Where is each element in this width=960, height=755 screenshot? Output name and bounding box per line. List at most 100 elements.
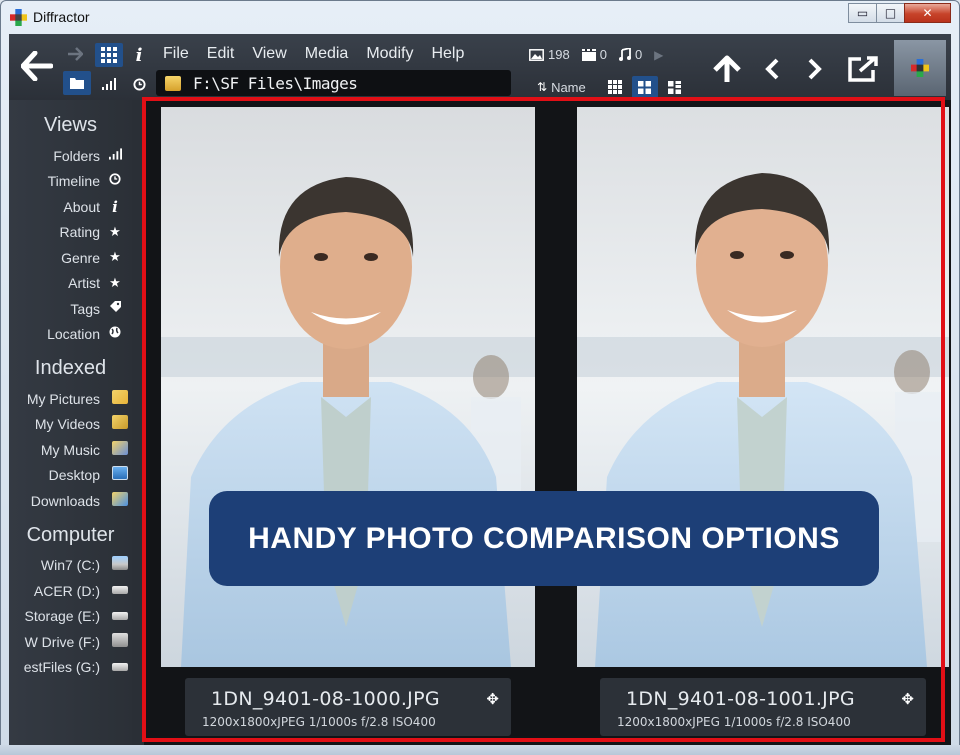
sidebar-item-drive-f[interactable]: W Drive (F:) xyxy=(9,629,132,655)
folder-icon[interactable] xyxy=(63,71,91,95)
film-icon xyxy=(581,48,596,61)
play-icon[interactable]: ▶ xyxy=(654,48,663,62)
sidebar-item-my-music[interactable]: My Music xyxy=(9,437,132,463)
signal-bars-icon[interactable] xyxy=(95,74,123,94)
sidebar-item-my-pictures[interactable]: My Pictures xyxy=(9,386,132,412)
sidebar-item-label: W Drive (F:) xyxy=(24,633,100,650)
sidebar-item-folders[interactable]: Folders xyxy=(9,143,132,169)
menu-edit[interactable]: Edit xyxy=(207,45,244,63)
chevron-left-icon[interactable] xyxy=(759,52,785,86)
sidebar-item-timeline[interactable]: Timeline xyxy=(9,169,132,195)
usb-drive-icon xyxy=(106,632,128,651)
sidebar-item-genre[interactable]: Genre ★ xyxy=(9,245,132,271)
minimize-button[interactable]: ▭ xyxy=(848,3,877,23)
sidebar-item-label: ACER (D:) xyxy=(33,582,100,599)
image-count[interactable]: 198 xyxy=(529,47,570,62)
view-small-grid-button[interactable] xyxy=(602,76,628,98)
toolbar: i File Edit View Media Modify Help F:\SF… xyxy=(9,34,951,100)
close-icon: ✕ xyxy=(922,6,933,20)
meta-right: 1200x1800xJPEG 1/1000s f/2.8 ISO400 xyxy=(617,715,851,729)
pictures-folder-icon xyxy=(106,389,128,408)
sidebar-item-rating[interactable]: Rating ★ xyxy=(9,220,132,246)
close-button[interactable]: ✕ xyxy=(904,3,951,23)
drive-icon xyxy=(106,660,128,675)
maximize-button[interactable]: □ xyxy=(876,3,905,23)
sidebar: Views Folders Timeline About i Rating ★ Ge… xyxy=(9,100,132,746)
image-icon xyxy=(529,48,544,61)
comparison-area: 1DN_9401-08-1000.JPG ✥ 1200x1800xJPEG 1/… xyxy=(144,100,951,746)
minimize-icon: ▭ xyxy=(856,6,869,20)
video-count[interactable]: 0 xyxy=(581,47,607,62)
video-count-value: 0 xyxy=(599,47,607,62)
music-count-value: 0 xyxy=(634,47,643,62)
music-folder-icon xyxy=(106,440,128,459)
sidebar-item-desktop[interactable]: Desktop xyxy=(9,463,132,489)
sidebar-item-drive-g[interactable]: estFiles (G:) xyxy=(9,655,132,681)
sidebar-item-drive-d[interactable]: ACER (D:) xyxy=(9,578,132,604)
sidebar-item-drive-c[interactable]: Win7 (C:) xyxy=(9,553,132,579)
media-counts: 198 0 0 ▶ xyxy=(529,47,663,62)
window-title: Diffractor xyxy=(33,9,90,25)
menu-view[interactable]: View xyxy=(252,45,295,63)
path-bar[interactable]: F:\SF Files\Images xyxy=(156,70,511,96)
diffractor-logo-icon xyxy=(10,9,27,26)
sidebar-item-location[interactable]: Location xyxy=(9,322,132,348)
maximize-icon: □ xyxy=(884,6,897,20)
sidebar-item-tags[interactable]: Tags xyxy=(9,296,132,322)
sidebar-item-my-videos[interactable]: My Videos xyxy=(9,412,132,438)
arrow-right-icon[interactable] xyxy=(65,44,85,64)
title-bar[interactable]: Diffractor ▭ □ ✕ xyxy=(1,1,959,34)
menu-file[interactable]: File xyxy=(163,45,198,63)
caption-left: 1DN_9401-08-1000.JPG ✥ 1200x1800xJPEG 1/… xyxy=(185,678,511,736)
menu-modify[interactable]: Modify xyxy=(366,45,422,63)
menu-help[interactable]: Help xyxy=(431,45,473,63)
path-text: F:\SF Files\Images xyxy=(193,73,358,93)
info-icon[interactable]: i xyxy=(129,43,149,67)
chevron-right-icon[interactable] xyxy=(802,52,828,86)
sort-icon[interactable]: ⇅ xyxy=(537,80,547,94)
meta-left: 1200x1800xJPEG 1/1000s f/2.8 ISO400 xyxy=(202,715,436,729)
export-icon[interactable] xyxy=(845,52,881,86)
sidebar-item-label: Downloads xyxy=(30,492,100,509)
menu-media[interactable]: Media xyxy=(305,45,358,63)
diffractor-logo-icon xyxy=(911,59,929,77)
link-icon[interactable]: ✥ xyxy=(901,690,914,708)
info-icon: i xyxy=(112,197,118,216)
star-icon: ★ xyxy=(109,250,121,266)
sidebar-item-label: My Videos xyxy=(34,416,100,433)
window-bottom-edge xyxy=(0,745,960,755)
image-count-value: 198 xyxy=(548,47,570,62)
app-logo-button[interactable] xyxy=(894,40,946,96)
sidebar-item-label: Desktop xyxy=(48,467,100,484)
filename-right: 1DN_9401-08-1001.JPG xyxy=(626,688,855,710)
link-icon[interactable]: ✥ xyxy=(486,690,499,708)
sidebar-item-label: estFiles (G:) xyxy=(23,659,100,676)
sidebar-item-downloads[interactable]: Downloads xyxy=(9,488,132,514)
music-note-icon xyxy=(618,48,631,61)
views-heading: Views xyxy=(44,114,97,136)
sidebar-item-label: Win7 (C:) xyxy=(40,557,100,574)
clock-icon[interactable] xyxy=(129,74,149,94)
sort-label[interactable]: Name xyxy=(551,80,586,95)
banner-text: HANDY PHOTO COMPARISON OPTIONS xyxy=(248,521,840,555)
clock-icon xyxy=(106,173,124,189)
music-count[interactable]: 0 xyxy=(618,47,643,62)
sidebar-item-label: Location xyxy=(47,326,100,343)
downloads-folder-icon xyxy=(106,491,128,510)
star-icon: ★ xyxy=(109,275,121,291)
grid-icon[interactable] xyxy=(95,43,123,67)
desktop-icon xyxy=(106,466,128,484)
sort-row: ⇅ Name xyxy=(537,76,688,98)
sidebar-item-artist[interactable]: Artist ★ xyxy=(9,271,132,297)
star-icon: ★ xyxy=(109,224,121,240)
indexed-heading: Indexed xyxy=(34,357,107,379)
view-large-grid-button[interactable] xyxy=(631,76,658,98)
sidebar-item-label: My Pictures xyxy=(26,390,100,407)
sidebar-item-drive-e[interactable]: Storage (E:) xyxy=(9,604,132,630)
sidebar-item-label: Folders xyxy=(53,147,100,164)
promo-banner: HANDY PHOTO COMPARISON OPTIONS xyxy=(209,491,879,586)
arrow-left-icon[interactable] xyxy=(19,46,55,86)
view-mixed-grid-button[interactable] xyxy=(662,76,688,98)
arrow-up-icon[interactable] xyxy=(709,52,745,86)
sidebar-item-about[interactable]: About i xyxy=(9,194,132,220)
